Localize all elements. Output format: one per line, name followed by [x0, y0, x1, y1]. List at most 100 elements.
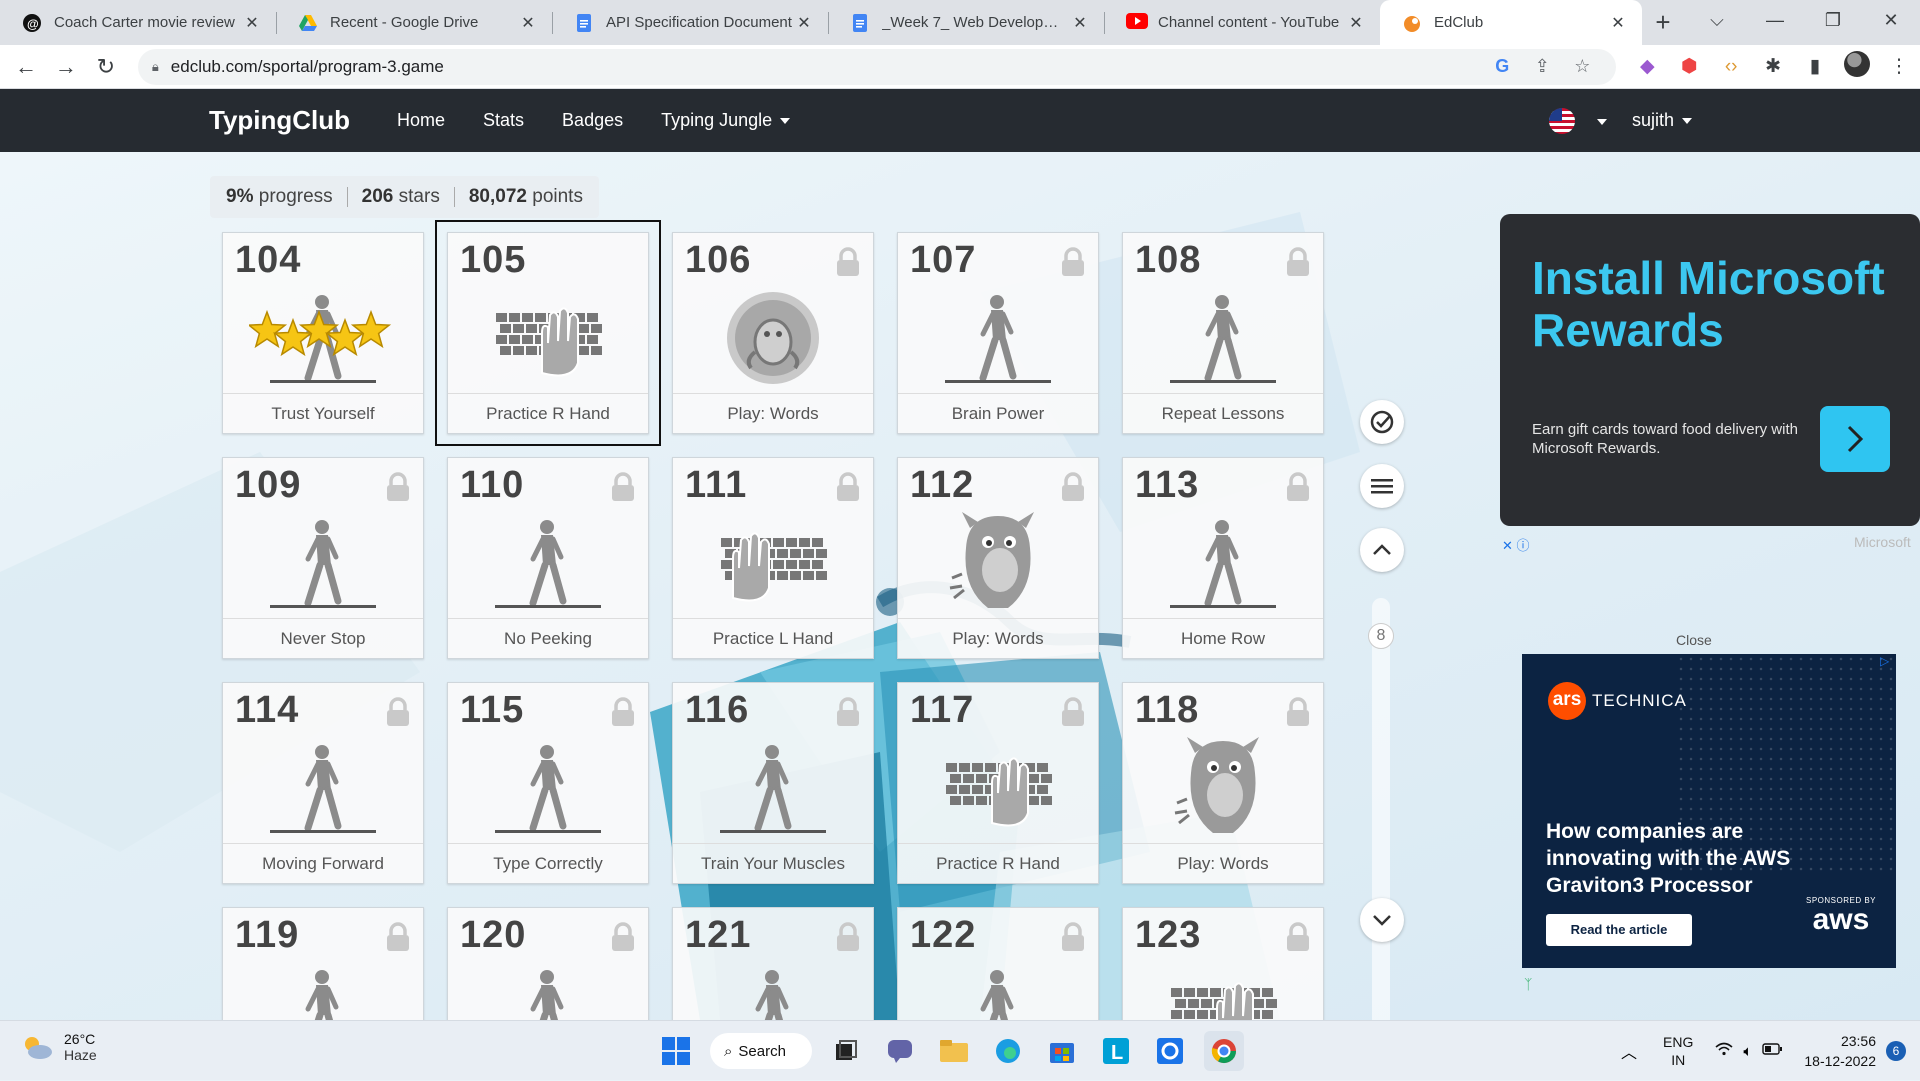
volume-icon[interactable]: 🔈︎	[1743, 1043, 1752, 1060]
extension-red-icon[interactable]: ⬢	[1668, 55, 1710, 78]
new-tab-button[interactable]: +	[1642, 0, 1684, 45]
share-icon[interactable]: ⇪	[1522, 56, 1562, 77]
lesson-scroll-track[interactable]	[1372, 598, 1390, 1020]
browser-tab[interactable]: API Specification Document ✕	[552, 0, 828, 45]
browser-tab[interactable]: _Week 7_ Web Development ✕	[828, 0, 1104, 45]
l-app-icon[interactable]: L	[1096, 1031, 1136, 1071]
lesson-card[interactable]: 106 Play: Words	[672, 232, 874, 434]
adchoices-icon[interactable]: ✕ ⓘ	[1502, 535, 1530, 554]
profile-avatar[interactable]	[1836, 50, 1878, 83]
site-nav: Home Stats Badges Typing Jungle	[397, 110, 791, 131]
lesson-card[interactable]: 121	[672, 907, 874, 1020]
lesson-card[interactable]: 108 Repeat Lessons	[1122, 232, 1324, 434]
close-tab-icon[interactable]: ✕	[794, 13, 814, 33]
google-lens-icon[interactable]: G	[1482, 56, 1522, 77]
ars-technica-ad[interactable]: ars TECHNICA How companies are innovatin…	[1522, 654, 1896, 968]
lock-icon[interactable]: 🔒︎	[152, 59, 159, 75]
chrome-taskbar-icon[interactable]	[1204, 1031, 1244, 1071]
nav-typing-jungle[interactable]: Typing Jungle	[661, 110, 791, 131]
user-menu[interactable]: sujith	[1632, 110, 1693, 131]
nav-home[interactable]: Home	[397, 110, 445, 131]
close-window-button[interactable]: ✕	[1862, 0, 1920, 42]
nav-badges[interactable]: Badges	[562, 110, 623, 131]
lesson-card[interactable]: 123	[1122, 907, 1324, 1020]
restore-button[interactable]: ❐	[1804, 0, 1862, 42]
chrome-menu-icon[interactable]: ⋮	[1878, 55, 1920, 78]
lesson-card[interactable]: 112 Play: Words	[897, 457, 1099, 659]
nav-stats[interactable]: Stats	[483, 110, 524, 131]
read-article-button[interactable]: Read the article	[1546, 914, 1692, 946]
lesson-card[interactable]: 122	[897, 907, 1099, 1020]
lesson-card[interactable]: 119	[222, 907, 424, 1020]
address-bar[interactable]: 🔒︎ edclub.com/sportal/program-3.game G ⇪…	[137, 48, 1617, 85]
extension-purple-icon[interactable]: ◆	[1626, 55, 1668, 78]
lesson-card[interactable]: 120	[447, 907, 649, 1020]
lesson-card[interactable]: 113 Home Row	[1122, 457, 1324, 659]
list-view-button[interactable]	[1360, 464, 1404, 508]
microsoft-store-icon[interactable]	[1042, 1031, 1082, 1071]
wifi-icon[interactable]	[1715, 1042, 1733, 1061]
us-flag-icon[interactable]	[1549, 107, 1575, 134]
taskbar-search[interactable]: ⌕ Search	[710, 1033, 812, 1069]
lesson-card[interactable]: 114 Moving Forward	[222, 682, 424, 884]
chevron-down-icon	[1682, 118, 1693, 125]
completed-filter-button[interactable]	[1360, 400, 1404, 444]
lesson-card[interactable]: 107 Brain Power	[897, 232, 1099, 434]
ad-info-icon[interactable]: ▷	[1880, 654, 1896, 670]
browser-tab[interactable]: Channel content - YouTube ✕	[1104, 0, 1380, 45]
ad-feedback-icon[interactable]: ᛉ	[1524, 976, 1532, 992]
extensions-puzzle-icon[interactable]: ✱	[1752, 55, 1794, 78]
windows-logo-icon	[662, 1037, 690, 1065]
lesson-card[interactable]: 104 Trust Yourself	[222, 232, 424, 434]
lesson-card[interactable]: 115 Type Correctly	[447, 682, 649, 884]
task-view-icon[interactable]	[826, 1031, 866, 1071]
input-language[interactable]: ENG IN	[1663, 1033, 1693, 1069]
game-creature-icon	[673, 279, 873, 397]
edge-browser-icon[interactable]	[988, 1031, 1028, 1071]
close-tab-icon[interactable]: ✕	[1070, 13, 1090, 33]
clock[interactable]: 23:56 18-12-2022	[1804, 1031, 1876, 1071]
browser-tab[interactable]: Recent - Google Drive ✕	[276, 0, 552, 45]
start-button[interactable]	[656, 1031, 696, 1071]
lesson-card[interactable]: 116 Train Your Muscles	[672, 682, 874, 884]
lesson-card[interactable]: 105 Practice R Hand	[435, 220, 661, 446]
show-hidden-icons-chevron[interactable]: ︿	[1621, 1039, 1637, 1063]
lesson-number: 105	[460, 239, 527, 281]
close-tab-icon[interactable]: ✕	[242, 13, 262, 33]
url-text[interactable]: edclub.com/sportal/program-3.game	[171, 57, 1483, 77]
lesson-card[interactable]: 118 Play: Words	[1122, 682, 1324, 884]
lesson-card[interactable]: 111 Practice L Hand	[672, 457, 874, 659]
weather-widget[interactable]: 26°C Haze	[20, 1031, 97, 1063]
bookmark-star-icon[interactable]: ☆	[1562, 56, 1602, 77]
scroll-up-button[interactable]	[1360, 528, 1404, 572]
close-tab-icon[interactable]: ✕	[1346, 13, 1366, 33]
minimize-button[interactable]: —	[1746, 0, 1804, 42]
microsoft-rewards-ad[interactable]: Install Microsoft Rewards Earn gift card…	[1500, 214, 1920, 526]
browser-tab[interactable]: EdClub ✕	[1380, 0, 1642, 45]
lesson-card[interactable]: 110 No Peeking	[447, 457, 649, 659]
typingclub-logo[interactable]: TypingClub	[209, 105, 350, 136]
language-chevron-down-icon[interactable]	[1597, 119, 1607, 125]
back-icon[interactable]: ←	[6, 54, 46, 80]
ad-close-text[interactable]: Close	[1676, 632, 1712, 648]
file-explorer-icon[interactable]	[934, 1031, 974, 1071]
reload-icon[interactable]: ↻	[86, 54, 126, 80]
chevron-right-icon	[1847, 425, 1864, 453]
app-blue-circle-icon[interactable]	[1150, 1031, 1190, 1071]
browser-tab[interactable]: @ Coach Carter movie review ✕	[0, 0, 276, 45]
lesson-card[interactable]: 117 Practice R Hand	[897, 682, 1099, 884]
walking-person-icon	[1123, 279, 1323, 397]
close-tab-icon[interactable]: ✕	[518, 13, 538, 33]
scroll-down-button[interactable]	[1360, 898, 1404, 942]
lesson-card[interactable]: 109 Never Stop	[222, 457, 424, 659]
code-extension-icon[interactable]: ‹›	[1710, 56, 1752, 78]
weather-haze-icon	[25, 1037, 52, 1059]
battery-icon[interactable]	[1762, 1042, 1783, 1060]
ad-go-button[interactable]	[1820, 406, 1890, 472]
side-panel-icon[interactable]: ▮	[1794, 55, 1836, 78]
close-tab-icon[interactable]: ✕	[1608, 13, 1628, 33]
teams-chat-icon[interactable]	[880, 1031, 920, 1071]
notification-badge[interactable]: 6	[1886, 1041, 1906, 1061]
forward-icon[interactable]: →	[46, 54, 86, 80]
tab-search-icon[interactable]: ⌵	[1688, 0, 1746, 42]
